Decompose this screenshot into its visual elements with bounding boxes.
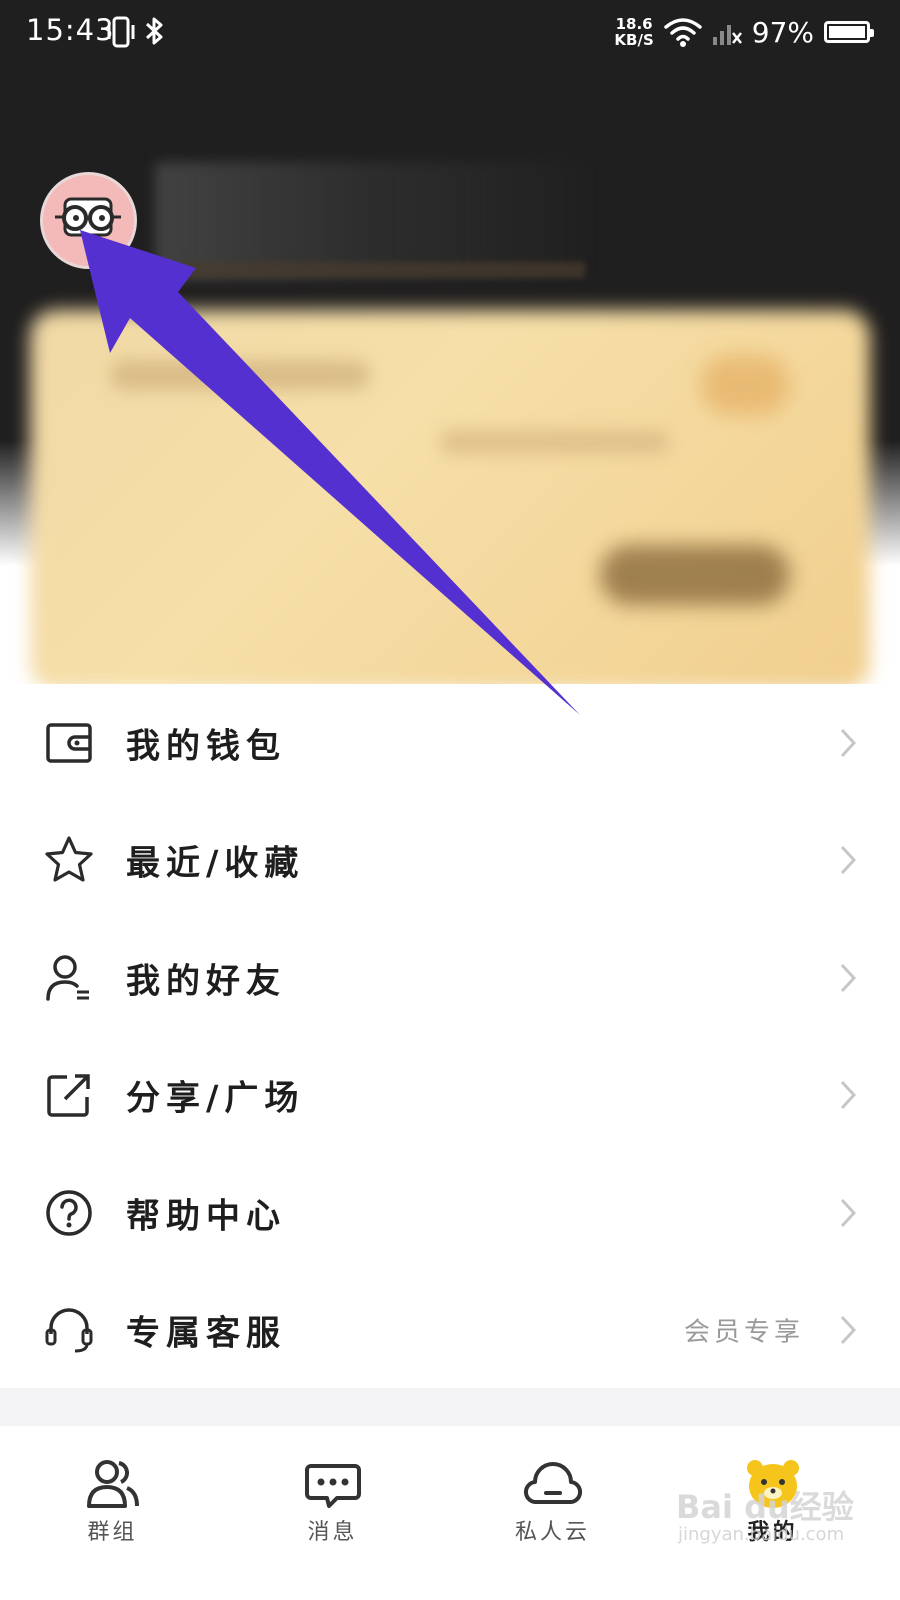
status-bar: 15:43 18.6 KB/S 97% [0,0,900,64]
vibrate-icon [107,16,135,48]
friend-icon [46,955,89,1001]
network-speed-unit: KB/S [614,31,654,49]
cloud-icon [523,1462,582,1505]
avatar[interactable] [40,172,137,269]
vip-card-text-blurred [440,430,670,454]
tab-messages[interactable]: 消息 [220,1426,445,1600]
signal-icon [712,25,742,45]
avatar-glasses-icon [43,175,134,266]
share-icon [47,1074,90,1117]
menu-item-exclusive-service[interactable]: 专属客服 会员专享 [0,1272,900,1390]
menu-item-recent-favorites[interactable]: 最近/收藏 [0,802,900,920]
vip-card-badge-blurred [700,355,790,415]
username-sub-blurred [165,262,585,278]
headset-icon [45,1308,93,1353]
tab-label: 群组 [87,1520,138,1545]
battery-icon [824,21,874,43]
status-right: 18.6 KB/S 97% [614,10,874,54]
menu-item-help-center[interactable]: 帮助中心 [0,1154,900,1272]
menu-item-label: 专属客服 [126,1313,286,1354]
menu-item-friends[interactable]: 我的好友 [0,919,900,1037]
menu-item-label: 分享/广场 [126,1078,305,1119]
chevron-right-icon [840,1316,856,1345]
chevron-right-icon [840,1198,856,1227]
tab-private-cloud[interactable]: 私人云 [440,1426,665,1600]
menu-item-label: 我的钱包 [126,726,286,767]
help-icon [46,1190,92,1236]
member-exclusive-label: 会员专享 [683,1317,804,1348]
baidu-watermark-url: jingyan.baidu.com [678,1524,845,1545]
chevron-right-icon [840,1081,856,1110]
section-separator [0,1388,900,1426]
vip-card-text-blurred [110,360,370,390]
vip-card-button-blurred[interactable] [600,545,790,605]
star-icon [45,836,93,882]
chevron-right-icon [840,846,856,875]
tab-group[interactable]: 群组 [0,1426,225,1600]
menu-item-share-square[interactable]: 分享/广场 [0,1037,900,1155]
bluetooth-icon [145,17,163,45]
chevron-right-icon [840,963,856,992]
group-icon [86,1460,139,1508]
menu-item-label: 最近/收藏 [126,843,305,884]
chevron-right-icon [840,728,856,757]
message-icon [304,1464,361,1508]
wallet-icon [46,723,92,763]
menu-item-label: 帮助中心 [126,1196,286,1237]
baidu-watermark: Bai du经验 [676,1488,854,1526]
menu-item-wallet[interactable]: 我的钱包 [0,684,900,802]
menu-item-label: 我的好友 [126,961,286,1002]
battery-percent: 97% [751,15,814,49]
status-time: 15:43 [26,13,115,47]
tab-label: 消息 [307,1520,358,1545]
wifi-icon [664,18,702,47]
network-speed: 18.6 KB/S [614,16,653,48]
tab-label: 私人云 [514,1520,590,1545]
network-speed-value: 18.6 [615,15,653,33]
menu-list: 我的钱包 最近/收藏 我的好友 分享/广场 帮助中心 专属客服 会员专享 [0,684,900,1389]
